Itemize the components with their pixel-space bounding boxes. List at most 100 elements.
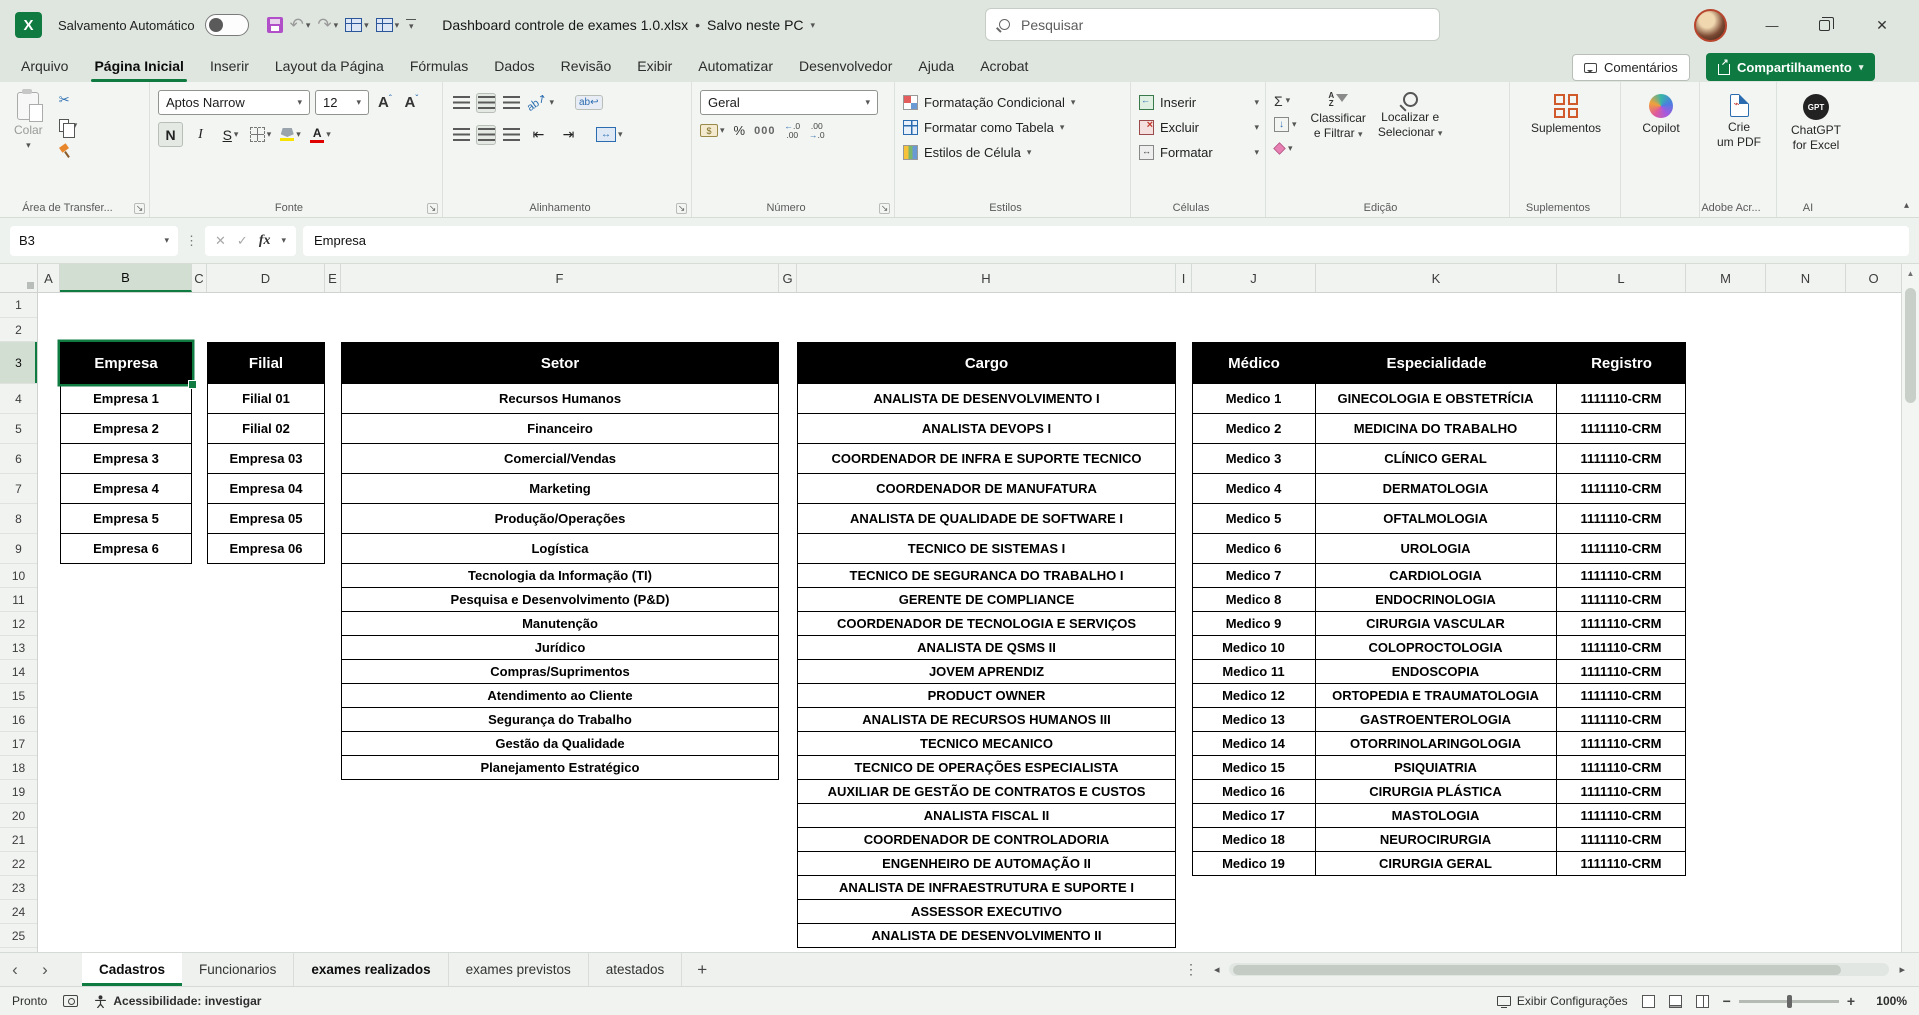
row-header[interactable]: 2: [0, 318, 37, 342]
cargo-cell[interactable]: ANALISTA DE QUALIDADE DE SOFTWARE I: [797, 504, 1176, 534]
ribbon-tab[interactable]: Revisão: [548, 50, 625, 82]
comma-style-button[interactable]: 000: [754, 125, 775, 137]
especialidade-cell[interactable]: PSIQUIATRIA: [1316, 756, 1557, 779]
medico-cell[interactable]: Medico 4: [1193, 474, 1316, 503]
cargo-cell[interactable]: JOVEM APRENDIZ: [797, 660, 1176, 684]
column-header[interactable]: F: [341, 264, 779, 292]
row-header[interactable]: 21: [0, 828, 37, 852]
vertical-scrollbar[interactable]: ▲: [1901, 264, 1919, 952]
especialidade-cell[interactable]: CIRURGIA VASCULAR: [1316, 612, 1557, 635]
especialidade-cell[interactable]: CLÍNICO GERAL: [1316, 444, 1557, 473]
find-select-button[interactable]: Localizar eSelecionar ▾: [1372, 90, 1449, 195]
dialog-launcher-icon[interactable]: ↘: [676, 203, 687, 214]
row-header[interactable]: 5: [0, 414, 37, 444]
row-header[interactable]: 22: [0, 852, 37, 876]
align-bottom-button[interactable]: [501, 93, 521, 113]
align-middle-button[interactable]: [476, 93, 496, 113]
paste-button[interactable]: Colar▾: [8, 90, 49, 160]
grow-font-button[interactable]: Aˆ: [374, 94, 396, 111]
dialog-launcher-icon[interactable]: ↘: [879, 203, 890, 214]
orientation-button[interactable]: ab↗▾: [526, 90, 554, 115]
format-painter-button[interactable]: [59, 140, 78, 160]
name-box[interactable]: B3▾: [10, 226, 178, 256]
column-header[interactable]: K: [1316, 264, 1557, 292]
clear-button[interactable]: ▾: [1274, 138, 1297, 159]
accessibility-status[interactable]: Acessibilidade: investigar: [94, 994, 261, 1008]
cargo-header-cell[interactable]: Cargo: [797, 342, 1176, 384]
medico-cell[interactable]: Medico 13: [1193, 708, 1316, 731]
insert-function-button[interactable]: fx: [259, 233, 271, 249]
column-header[interactable]: D: [207, 264, 325, 292]
medico-cell[interactable]: Medico 12: [1193, 684, 1316, 707]
row-header[interactable]: 14: [0, 660, 37, 684]
column-header[interactable]: H: [797, 264, 1176, 292]
sheet-tab-options-icon[interactable]: ⋮: [1178, 961, 1204, 978]
sheet-tab[interactable]: Funcionarios: [182, 953, 294, 986]
formula-input[interactable]: Empresa: [303, 226, 1909, 256]
align-center-button[interactable]: [476, 125, 496, 145]
cargo-cell[interactable]: COORDENADOR DE INFRA E SUPORTE TECNICO: [797, 444, 1176, 474]
row-header[interactable]: 6: [0, 444, 37, 474]
cargo-cell[interactable]: GERENTE DE COMPLIANCE: [797, 588, 1176, 612]
ribbon-tab[interactable]: Inserir: [197, 50, 262, 82]
ribbon-tab[interactable]: Página Inicial: [81, 50, 196, 82]
zoom-slider-knob[interactable]: [1787, 995, 1792, 1008]
filial-header-cell[interactable]: Filial: [207, 342, 325, 384]
filial-cell[interactable]: Empresa 04: [207, 474, 325, 504]
registro-cell[interactable]: 1111110-CRM: [1557, 612, 1686, 635]
increase-decimal-button[interactable]: ←.0.00: [784, 122, 800, 140]
copilot-button[interactable]: Copilot: [1629, 92, 1693, 137]
row-header[interactable]: 3: [0, 342, 37, 384]
empresa-cell[interactable]: Empresa 6: [60, 534, 192, 564]
registro-cell[interactable]: 1111110-CRM: [1557, 414, 1686, 443]
column-header[interactable]: N: [1766, 264, 1846, 292]
medico-cell[interactable]: Medico 6: [1193, 534, 1316, 563]
sheet-nav-left-button[interactable]: ‹: [0, 953, 30, 986]
registro-cell[interactable]: 1111110-CRM: [1557, 732, 1686, 755]
especialidade-cell[interactable]: OFTALMOLOGIA: [1316, 504, 1557, 533]
table-quick-button-1[interactable]: ▾: [345, 18, 369, 32]
row-header[interactable]: 25: [0, 924, 37, 948]
excel-logo-icon[interactable]: X: [15, 12, 42, 38]
page-layout-view-button[interactable]: [1669, 995, 1682, 1008]
column-header[interactable]: G: [779, 264, 797, 292]
especialidade-cell[interactable]: UROLOGIA: [1316, 534, 1557, 563]
especialidade-cell[interactable]: GASTROENTEROLOGIA: [1316, 708, 1557, 731]
shrink-font-button[interactable]: Aˇ: [401, 94, 423, 111]
column-header[interactable]: I: [1176, 264, 1192, 292]
row-header[interactable]: 15: [0, 684, 37, 708]
registro-cell[interactable]: 1111110-CRM: [1557, 708, 1686, 731]
column-header[interactable]: M: [1686, 264, 1766, 292]
registro-cell[interactable]: 1111110-CRM: [1557, 588, 1686, 611]
zoom-in-button[interactable]: +: [1847, 993, 1855, 1009]
setor-cell[interactable]: Atendimento ao Cliente: [341, 684, 779, 708]
row-header[interactable]: 7: [0, 474, 37, 504]
column-header[interactable]: J: [1192, 264, 1316, 292]
row-header[interactable]: 24: [0, 900, 37, 924]
column-header[interactable]: L: [1557, 264, 1686, 292]
registro-cell[interactable]: 1111110-CRM: [1557, 384, 1686, 413]
increase-indent-button[interactable]: ⇥: [556, 122, 581, 147]
font-color-button[interactable]: A▾: [308, 122, 333, 147]
wrap-text-button[interactable]: ab↩: [575, 95, 603, 110]
row-header[interactable]: 13: [0, 636, 37, 660]
drag-handle-icon[interactable]: ⋮: [185, 233, 198, 249]
medico-cell[interactable]: Medico 7: [1193, 564, 1316, 587]
display-settings-button[interactable]: Exibir Configurações: [1497, 994, 1628, 1008]
row-header[interactable]: 18: [0, 756, 37, 780]
cargo-cell[interactable]: ANALISTA DE DESENVOLVIMENTO II: [797, 924, 1176, 948]
registro-cell[interactable]: 1111110-CRM: [1557, 636, 1686, 659]
ribbon-tab[interactable]: Dados: [481, 50, 547, 82]
setor-cell[interactable]: Comercial/Vendas: [341, 444, 779, 474]
align-right-button[interactable]: [501, 125, 521, 145]
ribbon-tab[interactable]: Ajuda: [905, 50, 967, 82]
row-header[interactable]: 20: [0, 804, 37, 828]
font-name-select[interactable]: Aptos Narrow▾: [158, 90, 310, 115]
empresa-cell[interactable]: Empresa 3: [60, 444, 192, 474]
avatar[interactable]: [1694, 9, 1727, 42]
accounting-format-button[interactable]: $▾: [700, 124, 725, 137]
registro-header-cell[interactable]: Registro: [1557, 355, 1686, 372]
merge-center-button[interactable]: ↔▾: [596, 122, 623, 147]
redo-button[interactable]: ↷▾: [317, 15, 338, 35]
dialog-launcher-icon[interactable]: ↘: [134, 203, 145, 214]
